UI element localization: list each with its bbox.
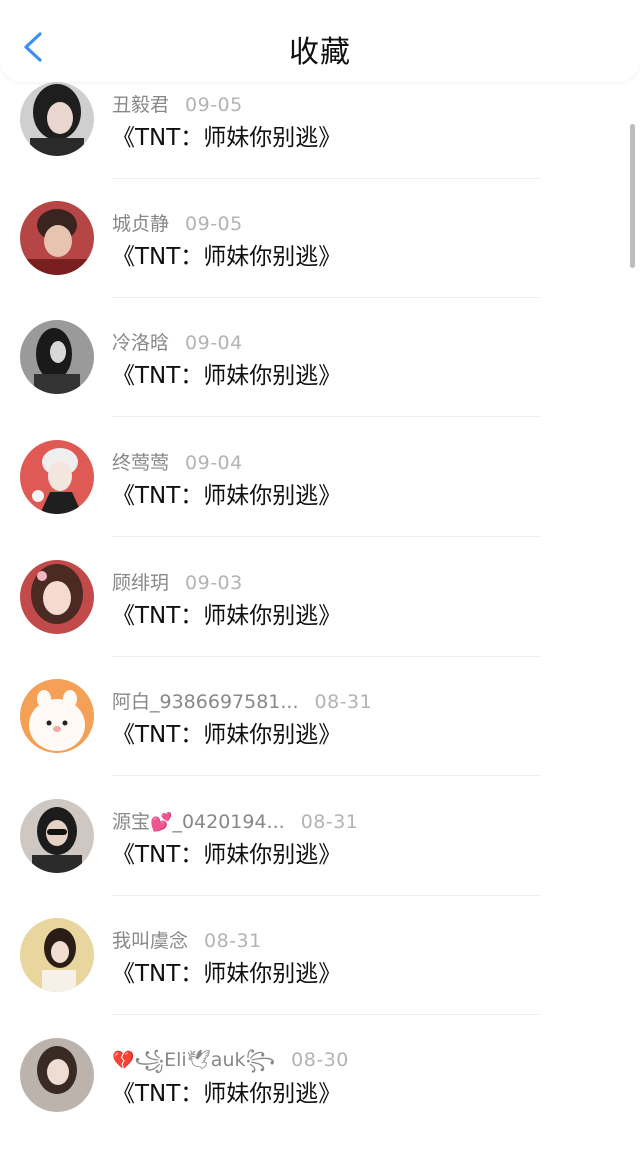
item-date: 08-31 [300, 811, 359, 833]
author-name: 冷洛晗 [112, 332, 170, 354]
item-date: 08-30 [291, 1049, 349, 1071]
book-title: 《TNT：师妹你别逃》 [112, 722, 342, 748]
scrollbar[interactable] [630, 124, 635, 268]
avatar [20, 560, 94, 634]
item-date: 09-05 [185, 213, 243, 235]
list-item[interactable]: 城贞静 09-05 《TNT：师妹你别逃》 [0, 201, 640, 321]
item-date: 09-03 [185, 572, 243, 594]
author-name: 源宝💕_0420194... [112, 811, 285, 833]
author-name: 我叫虞念 [112, 930, 189, 952]
divider [112, 895, 540, 896]
divider [112, 178, 540, 179]
author-name: 顾绯玥 [112, 572, 170, 594]
item-date: 08-31 [204, 930, 262, 952]
broken-heart-emoji: 💔 [112, 1050, 135, 1071]
list-item[interactable]: 💔꧁Eli🕊auk꧂ 08-30 《TNT：师妹你别逃》 [0, 1038, 640, 1158]
divider [112, 1014, 540, 1015]
dove-emoji: 🕊 [186, 1049, 211, 1071]
avatar [20, 320, 94, 394]
item-date: 09-04 [185, 452, 243, 474]
book-title: 《TNT：师妹你别逃》 [112, 244, 342, 270]
item-date: 09-04 [185, 332, 243, 354]
avatar [20, 82, 94, 156]
list-item[interactable]: 丑毅君 09-05 《TNT：师妹你别逃》 [0, 82, 640, 202]
divider [112, 416, 540, 417]
item-date: 09-05 [185, 94, 243, 116]
divider [112, 297, 540, 298]
avatar [20, 201, 94, 275]
book-title: 《TNT：师妹你别逃》 [112, 842, 342, 868]
book-title: 《TNT：师妹你别逃》 [112, 1081, 342, 1107]
list-item[interactable]: 阿白_9386697581... 08-31 《TNT：师妹你别逃》 [0, 679, 640, 799]
book-title: 《TNT：师妹你别逃》 [112, 603, 342, 629]
nav-header: 收藏 [0, 0, 640, 82]
author-name: 丑毅君 [112, 94, 170, 116]
list-item[interactable]: 我叫虞念 08-31 《TNT：师妹你别逃》 [0, 918, 640, 1038]
divider [112, 536, 540, 537]
divider [112, 775, 540, 776]
list-item[interactable]: 源宝💕_0420194... 08-31 《TNT：师妹你别逃》 [0, 799, 640, 919]
list-item[interactable]: 终莺莺 09-04 《TNT：师妹你别逃》 [0, 440, 640, 560]
list-item[interactable]: 冷洛晗 09-04 《TNT：师妹你别逃》 [0, 320, 640, 440]
author-name: 城贞静 [112, 213, 170, 235]
book-title: 《TNT：师妹你别逃》 [112, 961, 342, 987]
author-name: 💔꧁Eli🕊auk꧂ [112, 1049, 276, 1071]
divider [112, 656, 540, 657]
avatar [20, 918, 94, 992]
list-item[interactable]: 顾绯玥 09-03 《TNT：师妹你别逃》 [0, 560, 640, 680]
two-hearts-emoji: 💕 [150, 812, 173, 833]
item-date: 08-31 [314, 691, 373, 713]
book-title: 《TNT：师妹你别逃》 [112, 483, 342, 509]
author-name: 终莺莺 [112, 452, 170, 474]
book-title: 《TNT：师妹你别逃》 [112, 125, 342, 151]
avatar [20, 679, 94, 753]
page-title: 收藏 [289, 35, 351, 70]
author-name: 阿白_9386697581... [112, 691, 299, 713]
avatar [20, 440, 94, 514]
avatar [20, 1038, 94, 1112]
book-title: 《TNT：师妹你别逃》 [112, 363, 342, 389]
avatar [20, 799, 94, 873]
